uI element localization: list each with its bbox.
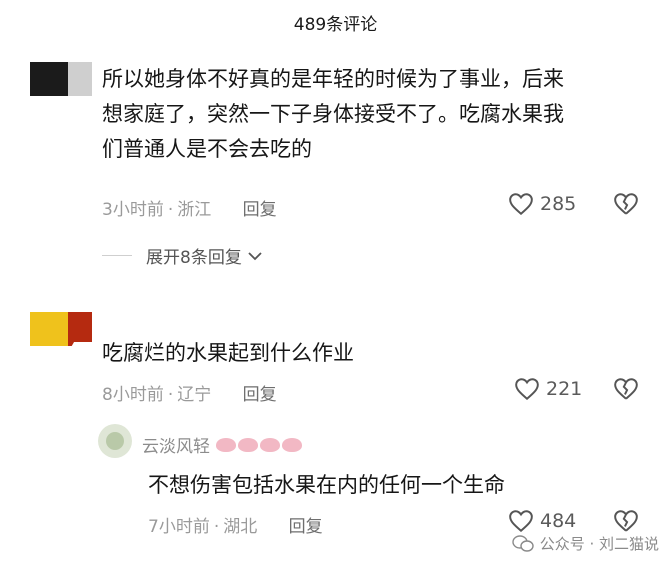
reply-meta: 7小时前 · 湖北 回复 <box>148 517 323 537</box>
dislike-button[interactable] <box>613 377 639 405</box>
comments-count-title: 489条评论 <box>293 15 378 35</box>
comment-text: 吃腐烂的水果起到什么作业 <box>102 341 354 365</box>
reply-button[interactable]: 回复 <box>243 385 277 405</box>
like-button[interactable]: 285 <box>508 192 576 216</box>
watermark: 公众号 · 刘二猫说 <box>511 533 659 554</box>
dislike-button[interactable] <box>613 192 639 220</box>
like-button[interactable]: 221 <box>514 377 582 401</box>
divider-line <box>102 255 132 256</box>
heart-icon <box>509 193 533 216</box>
heart-icon <box>509 510 533 533</box>
reply-username[interactable]: 云淡风轻 <box>142 432 304 457</box>
broken-heart-icon <box>614 510 638 532</box>
reply-button[interactable]: 回复 <box>243 200 277 220</box>
comment-location: 浙江 <box>177 200 212 220</box>
expand-replies-button[interactable]: 展开8条回复 <box>102 243 264 268</box>
reply-location: 湖北 <box>223 517 258 537</box>
reply-button[interactable]: 回复 <box>289 517 323 537</box>
like-button[interactable]: 484 <box>508 509 576 533</box>
broken-heart-icon <box>614 193 638 215</box>
comment-meta: 3小时前 · 浙江 回复 <box>102 200 277 220</box>
reply-text: 不想伤害包括水果在内的任何一个生命 <box>148 473 505 497</box>
lips-emoji-icon <box>216 437 304 452</box>
like-count: 285 <box>540 193 577 215</box>
chevron-down-icon <box>248 251 262 260</box>
like-count: 484 <box>540 510 577 532</box>
reply-avatar[interactable] <box>98 424 132 458</box>
heart-icon <box>515 378 539 401</box>
expand-replies-label: 展开8条回复 <box>146 248 242 268</box>
avatar[interactable] <box>30 308 94 354</box>
wechat-icon <box>511 534 534 552</box>
comment-location: 辽宁 <box>177 385 212 405</box>
comment-meta: 8小时前 · 辽宁 回复 <box>102 385 277 405</box>
reply-time: 7小时前 <box>148 517 210 537</box>
like-count: 221 <box>546 378 583 400</box>
comment-text: 所以她身体不好真的是年轻的时候为了事业，后来 想家庭了，突然一下子身体接受不了。… <box>102 67 564 161</box>
comment-time: 3小时前 <box>102 200 164 220</box>
broken-heart-icon <box>614 378 638 400</box>
watermark-text: 公众号 · 刘二猫说 <box>539 535 659 553</box>
comment-time: 8小时前 <box>102 385 164 405</box>
avatar[interactable] <box>30 62 92 96</box>
